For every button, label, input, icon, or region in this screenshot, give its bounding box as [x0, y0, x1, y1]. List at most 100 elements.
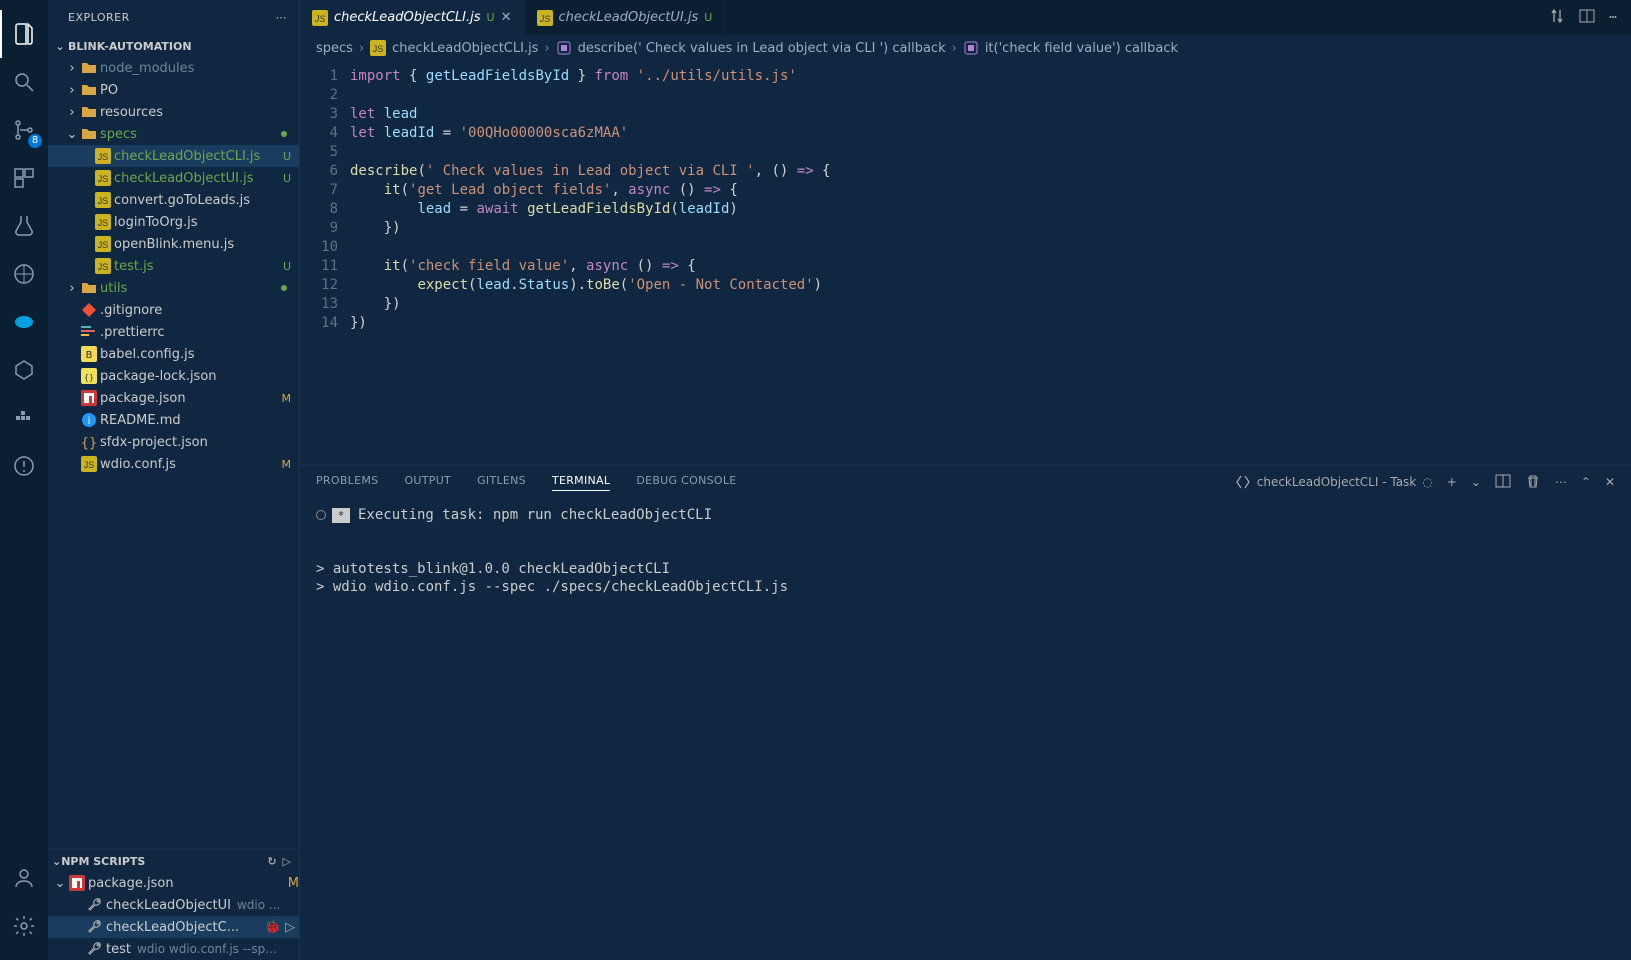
refresh-icon[interactable]: ↻: [267, 855, 276, 868]
git-status: M: [282, 392, 292, 405]
maximize-panel-icon[interactable]: ⌃: [1581, 475, 1591, 489]
breadcrumbs[interactable]: specs›JScheckLeadObjectCLI.js›describe('…: [300, 35, 1631, 61]
debug-icon[interactable]: 🐞: [265, 920, 281, 935]
npm-header[interactable]: ⌄ NPM SCRIPTS ↻ ▷: [48, 850, 299, 872]
file-icon: JS: [94, 170, 112, 186]
split-editor-icon[interactable]: [1579, 8, 1595, 28]
activity-hex[interactable]: [0, 346, 48, 394]
chevron-down-icon: ⌄: [52, 855, 61, 868]
more-icon[interactable]: ⋯: [1609, 10, 1617, 25]
file-icon: [80, 280, 98, 296]
svg-text:JS: JS: [98, 262, 109, 272]
tree-item-openBlink.menu.js[interactable]: JSopenBlink.menu.js: [48, 233, 299, 255]
activity-testing[interactable]: [0, 202, 48, 250]
panel-tab-terminal[interactable]: TERMINAL: [552, 474, 610, 491]
breadcrumb-item[interactable]: checkLeadObjectCLI.js: [392, 41, 538, 56]
panel-tabs: PROBLEMS OUTPUT GITLENS TERMINAL DEBUG CONSO…: [300, 466, 1631, 498]
panel-tab-debug-console[interactable]: DEBUG CONSOLE: [636, 474, 736, 491]
close-icon[interactable]: ✕: [501, 10, 512, 25]
terminal-dropdown-icon[interactable]: ⌄: [1471, 475, 1481, 489]
tree-item-sfdx-project.json[interactable]: {}sfdx-project.json: [48, 431, 299, 453]
tree-item-babel.config.js[interactable]: Bbabel.config.js: [48, 343, 299, 365]
code-area[interactable]: import { getLeadFieldsById } from '../ut…: [350, 61, 1631, 465]
tab-checkLeadObjectUI.js[interactable]: JScheckLeadObjectUI.jsU: [525, 0, 726, 35]
terminal[interactable]: *Executing task: npm run checkLeadObject…: [300, 498, 1631, 960]
panel-tab-output[interactable]: OUTPUT: [404, 474, 451, 491]
npm-package-row[interactable]: ⌄ package.json M: [48, 872, 299, 894]
activity-live-share[interactable]: [0, 250, 48, 298]
npm-script-checkLeadObjectUI[interactable]: checkLeadObjectUIwdio ...: [48, 894, 299, 916]
file-name: PO: [100, 83, 291, 98]
wrench-icon: [86, 897, 104, 913]
run-all-icon[interactable]: ▷: [283, 855, 291, 868]
activity-search[interactable]: [0, 58, 48, 106]
more-icon[interactable]: ⋯: [1555, 475, 1567, 489]
svg-text:{}: {}: [81, 436, 97, 450]
run-icon[interactable]: ▷: [285, 920, 295, 935]
tree-item-.gitignore[interactable]: .gitignore: [48, 299, 299, 321]
npm-pkg-name: package.json: [88, 876, 174, 891]
panel-tab-gitlens[interactable]: GITLENS: [477, 474, 526, 491]
activity-docker[interactable]: [0, 394, 48, 442]
tree-item-specs[interactable]: ⌄specs: [48, 123, 299, 145]
npm-script-checkLeadObjectC...[interactable]: checkLeadObjectC... 🐞 ▷: [48, 916, 299, 938]
tree-item-README.md[interactable]: iREADME.md: [48, 409, 299, 431]
script-name: checkLeadObjectUI: [106, 898, 231, 913]
file-name: wdio.conf.js: [100, 457, 278, 472]
file-icon: [80, 324, 98, 340]
tab-checkLeadObjectCLI.js[interactable]: JScheckLeadObjectCLI.jsU✕: [300, 0, 525, 35]
tree-item-PO[interactable]: ›PO: [48, 79, 299, 101]
chevron-icon: ⌄: [64, 127, 80, 142]
file-icon: JS: [94, 214, 112, 230]
file-icon: [80, 82, 98, 98]
file-icon: {}: [80, 434, 98, 450]
activity-extensions[interactable]: [0, 154, 48, 202]
activity-salesforce[interactable]: [0, 298, 48, 346]
sidebar-more-icon[interactable]: ⋯: [276, 11, 288, 24]
breadcrumb-item[interactable]: it('check field value') callback: [985, 41, 1178, 56]
symbol-icon: [556, 40, 572, 56]
folder-section-header[interactable]: ⌄ BLINK-AUTOMATION: [48, 35, 299, 57]
file-icon: JS: [94, 236, 112, 252]
wrench-icon: [86, 941, 104, 957]
close-panel-icon[interactable]: ✕: [1605, 475, 1615, 489]
tree-item-test.js[interactable]: JStest.jsU: [48, 255, 299, 277]
file-name: utils: [100, 281, 281, 296]
tree-item-convert.goToLeads.js[interactable]: JSconvert.goToLeads.js: [48, 189, 299, 211]
npm-script-test[interactable]: testwdio wdio.conf.js --sp...: [48, 938, 299, 960]
activity-settings[interactable]: [0, 902, 48, 950]
breadcrumb-item[interactable]: specs: [316, 41, 353, 56]
file-name: node_modules: [100, 61, 291, 76]
compare-changes-icon[interactable]: [1549, 8, 1565, 28]
tree-item-loginToOrg.js[interactable]: JSloginToOrg.js: [48, 211, 299, 233]
svg-text:JS: JS: [98, 152, 109, 162]
terminal-task-indicator[interactable]: checkLeadObjectCLI - Task ◌: [1235, 474, 1433, 490]
new-terminal-icon[interactable]: +: [1447, 475, 1457, 489]
tree-item-wdio.conf.js[interactable]: JSwdio.conf.jsM: [48, 453, 299, 475]
split-terminal-icon[interactable]: [1495, 473, 1511, 492]
tree-item-package-lock.json[interactable]: {}package-lock.json: [48, 365, 299, 387]
tree-item-checkLeadObjectCLI.js[interactable]: JScheckLeadObjectCLI.jsU: [48, 145, 299, 167]
activity-explorer[interactable]: [0, 10, 48, 58]
tree-item-node_modules[interactable]: ›node_modules: [48, 57, 299, 79]
tree-item-checkLeadObjectUI.js[interactable]: JScheckLeadObjectUI.jsU: [48, 167, 299, 189]
svg-text:i: i: [88, 416, 91, 427]
breadcrumb-item[interactable]: describe(' Check values in Lead object v…: [578, 41, 946, 56]
panel-tab-problems[interactable]: PROBLEMS: [316, 474, 378, 491]
activity-source-control[interactable]: 8: [0, 106, 48, 154]
tree-item-package.json[interactable]: package.jsonM: [48, 387, 299, 409]
tree-item-utils[interactable]: ›utils: [48, 277, 299, 299]
file-tree[interactable]: ›node_modules›PO›resources⌄specsJScheckL…: [48, 57, 299, 849]
editor[interactable]: 1234567891011121314 import { getLeadFiel…: [300, 61, 1631, 465]
script-name: checkLeadObjectC...: [106, 920, 239, 935]
gutter: 1234567891011121314: [300, 61, 350, 465]
file-icon: JS: [94, 258, 112, 274]
tree-item-resources[interactable]: ›resources: [48, 101, 299, 123]
svg-text:JS: JS: [84, 460, 95, 470]
activity-account[interactable]: [0, 854, 48, 902]
activity-warning[interactable]: [0, 442, 48, 490]
tree-item-.prettierrc[interactable]: .prettierrc: [48, 321, 299, 343]
tab-label: checkLeadObjectCLI.js: [334, 10, 481, 25]
kill-terminal-icon[interactable]: [1525, 473, 1541, 492]
svg-text:JS: JS: [98, 196, 109, 206]
